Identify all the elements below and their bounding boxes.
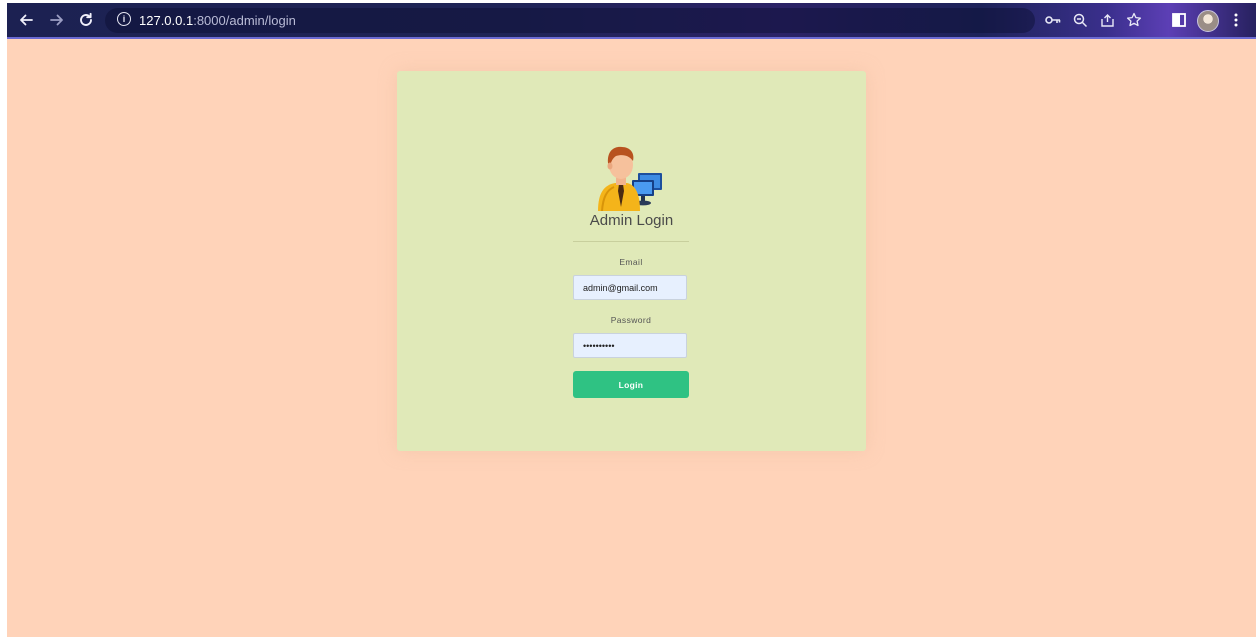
password-field[interactable] [573,333,687,358]
title-divider [573,241,689,242]
info-icon[interactable]: i [117,12,131,26]
side-panel-icon[interactable] [1169,10,1189,30]
share-icon[interactable] [1097,10,1117,30]
browser-window: i 127.0.0.1:8000/admin/login Admin Login… [7,3,1256,637]
url-path: :8000/admin/login [193,13,296,28]
kebab-menu-icon[interactable] [1226,10,1246,30]
admin-user-icon [592,143,672,212]
reload-icon[interactable] [75,9,97,31]
password-label: Password [610,315,652,325]
address-bar[interactable]: i 127.0.0.1:8000/admin/login [105,8,1035,33]
zoom-icon[interactable] [1070,10,1090,30]
forward-arrow-icon[interactable] [46,9,68,31]
browser-toolbar: i 127.0.0.1:8000/admin/login [7,3,1256,39]
login-button[interactable]: Login [573,371,689,398]
back-arrow-icon[interactable] [15,9,37,31]
star-icon[interactable] [1124,10,1144,30]
profile-avatar[interactable] [1197,10,1219,32]
key-icon[interactable] [1043,10,1063,30]
email-field[interactable] [573,275,687,300]
login-card: Admin Login Email Password Login [397,71,866,451]
email-label: Email [619,257,643,267]
url-host: 127.0.0.1 [139,13,194,28]
login-title: Admin Login [589,212,674,229]
url-text[interactable]: 127.0.0.1:8000/admin/login [139,13,296,28]
